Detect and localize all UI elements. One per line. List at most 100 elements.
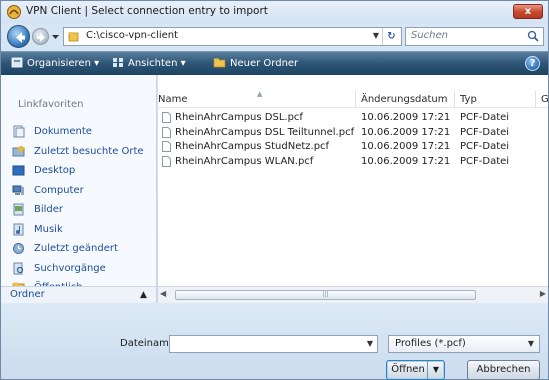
file-date: 10.06.2009 17:21	[361, 112, 451, 123]
music-icon	[13, 223, 24, 236]
new-folder-button[interactable]: Neuer Ordner	[213, 57, 298, 69]
cancel-button[interactable]: Abbrechen	[467, 360, 540, 380]
sidebar-item-label: Zuletzt geändert	[34, 243, 118, 255]
file-name: RheinAhrCampus StudNetz.pcf	[175, 141, 330, 152]
open-button[interactable]: Öffnen ▼	[386, 360, 445, 380]
organize-button[interactable]: Organisieren ▾	[11, 57, 99, 69]
window-title: VPN Client | Select connection entry to …	[26, 5, 268, 17]
file-type: PCF-Datei	[460, 155, 510, 167]
sidebar-item-label: Bilder	[34, 204, 64, 216]
sidebar-item-searches[interactable]: Suchvorgänge	[12, 259, 152, 279]
folder-icon	[68, 32, 79, 42]
command-toolbar: Organisieren ▾ Ansichten ▾ Neuer Ordner …	[1, 51, 548, 75]
sidebar-item-desktop[interactable]: Desktop	[12, 161, 152, 181]
close-button[interactable]: x	[513, 4, 543, 19]
column-divider[interactable]	[355, 91, 356, 108]
sidebar-item-label: Zuletzt besuchte Orte	[34, 145, 144, 157]
dialog-footer: Dateiname: ▼ Profiles (*.pcf) ▼ Öffnen ▼…	[1, 303, 548, 380]
file-name: RheinAhrCampus DSL Teiltunnel.pcf	[175, 126, 355, 138]
searches-icon	[13, 262, 24, 275]
file-type: PCF-Datei	[460, 141, 510, 152]
file-open-dialog: VPN Client | Select connection entry to …	[0, 0, 549, 380]
search-input[interactable]: Suchen	[411, 30, 448, 41]
desktop-icon	[12, 165, 25, 176]
sidebar-item-recent-places[interactable]: Zuletzt besuchte Orte	[12, 142, 152, 162]
column-divider[interactable]	[454, 91, 455, 108]
horizontal-scrollbar[interactable]: ◀ ||| ▶	[158, 286, 548, 303]
documents-icon	[13, 125, 25, 138]
chevron-down-icon[interactable]: ▼	[367, 339, 373, 348]
file-name: RheinAhrCampus DSL.pcf	[175, 112, 303, 123]
organize-label: Organisieren	[27, 58, 91, 69]
vpn-client-icon	[7, 5, 21, 19]
file-icon	[162, 155, 171, 167]
sidebar-item-pictures[interactable]: Bilder	[12, 200, 152, 220]
address-bar[interactable]: C:\cisco-vpn-client ▼ ↻	[63, 27, 402, 46]
new-folder-label: Neuer Ordner	[230, 58, 299, 69]
address-row: C:\cisco-vpn-client ▼ ↻ Suchen	[1, 23, 548, 51]
sidebar-item-documents[interactable]: Dokumente	[12, 122, 152, 142]
chevron-down-icon: ▾	[94, 58, 100, 69]
recent-pages-dropdown[interactable]	[51, 32, 60, 41]
organize-icon	[11, 57, 23, 68]
chevron-down-icon[interactable]: ▼	[373, 31, 379, 40]
file-icon	[162, 112, 171, 123]
recently-changed-icon	[13, 243, 24, 255]
filename-input[interactable]: ▼	[169, 335, 378, 353]
open-button-label: Öffnen	[391, 364, 425, 375]
sidebar-item-label: Suchvorgänge	[34, 262, 106, 274]
sidebar-item-recently-changed[interactable]: Zuletzt geändert	[12, 239, 152, 259]
folders-toggle[interactable]: Ordner ▲	[1, 286, 157, 303]
sort-indicator-icon: ▲	[257, 90, 263, 98]
file-row[interactable]: RheinAhrCampus DSL.pcf 10.06.2009 17:21 …	[158, 111, 548, 126]
open-options-dropdown[interactable]: ▼	[427, 361, 444, 379]
file-row[interactable]: RheinAhrCampus WLAN.pcf 10.06.2009 17:21…	[158, 155, 548, 170]
file-row[interactable]: RheinAhrCampus DSL Teiltunnel.pcf 10.06.…	[158, 126, 548, 141]
refresh-button[interactable]: ↻	[382, 28, 400, 45]
filetype-select[interactable]: Profiles (*.pcf) ▼	[388, 335, 540, 353]
chevron-down-icon: ▾	[180, 58, 186, 69]
column-header-size[interactable]: G	[541, 94, 549, 105]
file-date: 10.06.2009 17:21	[361, 126, 451, 138]
help-button[interactable]: ?	[525, 56, 540, 71]
chevron-up-icon[interactable]: ▲	[140, 290, 147, 300]
address-path: C:\cisco-vpn-client	[86, 30, 179, 41]
sidebar-item-label: Desktop	[34, 165, 76, 177]
file-name: RheinAhrCampus WLAN.pcf	[175, 155, 314, 167]
file-list-pane: ▲ Name Änderungsdatum Typ G RheinAhrCamp…	[158, 75, 549, 286]
column-header-type[interactable]: Typ	[460, 94, 477, 105]
filetype-value: Profiles (*.pcf)	[395, 338, 466, 349]
favorites-list: Dokumente Zuletzt besuchte Orte Desktop …	[12, 122, 152, 298]
navigation-pane: Linkfavoriten Dokumente Zuletzt besuchte…	[1, 75, 157, 293]
sidebar-item-computer[interactable]: Computer	[12, 181, 152, 201]
column-header-name[interactable]: Name	[158, 94, 188, 105]
title-bar: VPN Client | Select connection entry to …	[1, 1, 548, 23]
scroll-left-icon[interactable]: ◀	[160, 289, 166, 298]
sidebar-item-label: Computer	[34, 184, 84, 196]
back-button[interactable]	[7, 25, 30, 48]
new-folder-icon	[213, 58, 226, 68]
recent-places-icon	[12, 145, 25, 157]
sidebar-item-label: Dokumente	[34, 126, 92, 138]
computer-icon	[12, 185, 24, 195]
views-button[interactable]: Ansichten ▾	[112, 57, 186, 69]
search-box[interactable]: Suchen	[405, 27, 544, 46]
arrow-left-icon	[16, 32, 25, 43]
file-type: PCF-Datei	[460, 112, 510, 123]
folders-label: Ordner	[10, 289, 45, 300]
scrollbar-thumb[interactable]: |||	[175, 290, 476, 300]
views-label: Ansichten	[128, 58, 178, 69]
sidebar-item-music[interactable]: Musik	[12, 220, 152, 240]
favorites-header: Linkfavoriten	[18, 99, 84, 110]
file-row[interactable]: RheinAhrCampus StudNetz.pcf 10.06.2009 1…	[158, 140, 548, 155]
column-header-date[interactable]: Änderungsdatum	[361, 94, 448, 105]
scroll-right-icon[interactable]: ▶	[540, 289, 546, 298]
file-date: 10.06.2009 17:21	[361, 141, 451, 152]
sidebar-item-label: Musik	[34, 223, 63, 235]
column-header-row: ▲ Name Änderungsdatum Typ G	[158, 90, 549, 108]
chevron-down-icon: ▼	[527, 339, 534, 348]
forward-button[interactable]	[32, 28, 49, 45]
search-icon[interactable]	[527, 30, 539, 42]
file-type: PCF-Datei	[460, 126, 510, 138]
column-divider[interactable]	[535, 91, 536, 108]
